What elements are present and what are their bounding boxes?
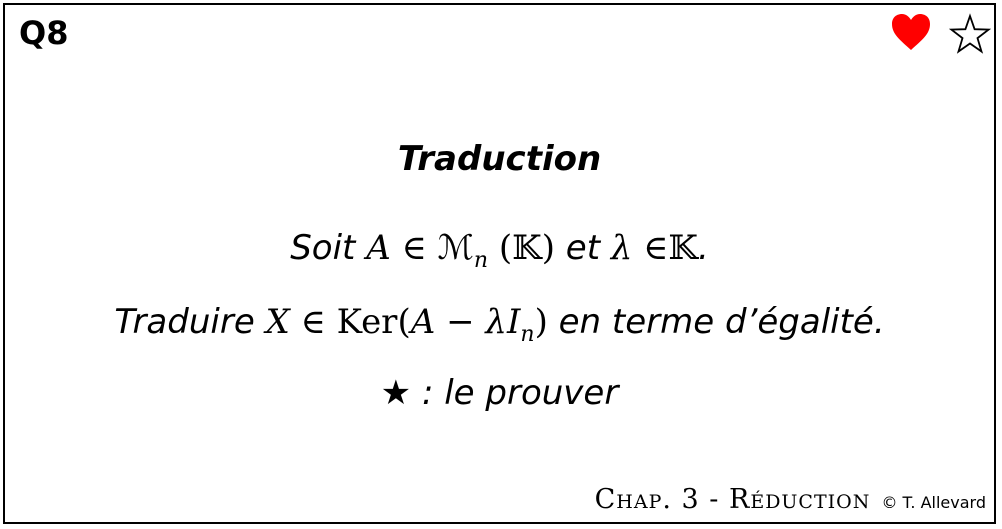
word-traduire: Traduire bbox=[114, 302, 255, 342]
math-A: A bbox=[366, 228, 391, 268]
math-ker: Ker bbox=[336, 302, 398, 342]
math-field-K: 𝕂 bbox=[668, 228, 698, 268]
math-field-K: (𝕂) bbox=[498, 228, 555, 268]
question-id: Q8 bbox=[19, 14, 69, 52]
math-A: A bbox=[410, 302, 436, 342]
math-lambda: λ bbox=[610, 228, 633, 268]
card-title: Traduction bbox=[397, 139, 602, 179]
star-solid-icon: ★ bbox=[380, 373, 412, 413]
math-in: ∈ bbox=[643, 228, 669, 268]
math-matrix-set: ℳn bbox=[437, 228, 489, 273]
heart-icon[interactable] bbox=[891, 13, 931, 53]
math-X: X bbox=[265, 302, 290, 342]
math-in: ∈ bbox=[401, 228, 427, 268]
math-in: ∈ bbox=[300, 302, 326, 342]
word-et: et bbox=[565, 228, 601, 268]
copyright: © T. Allevard bbox=[881, 493, 986, 512]
statement-line-3: ★ : le prouver bbox=[5, 371, 994, 415]
paren-close: ) bbox=[534, 302, 548, 342]
statement-line-1: Soit A ∈ ℳn (𝕂) et λ ∈𝕂. bbox=[5, 226, 994, 283]
card-footer: Chap. 3 - Réduction © T. Allevard bbox=[595, 485, 986, 518]
period: . bbox=[697, 228, 709, 268]
math-lambda-I: λIn bbox=[485, 302, 535, 347]
prove-text: : le prouver bbox=[411, 373, 619, 413]
chapter-label: Chap. 3 - Réduction bbox=[594, 484, 871, 515]
words-en-terme: en terme d’égalité. bbox=[558, 302, 885, 342]
paren-open: ( bbox=[397, 302, 411, 342]
math-minus: − bbox=[446, 302, 475, 342]
statement-line-2: Traduire X ∈ Ker(A − λIn) en terme d’éga… bbox=[5, 300, 994, 357]
flashcard: Q8 Traduction Soit A ∈ ℳn (𝕂) et λ ∈𝕂. T… bbox=[3, 3, 996, 524]
star-outline-icon[interactable] bbox=[949, 13, 991, 55]
word-soit: Soit bbox=[290, 228, 356, 268]
